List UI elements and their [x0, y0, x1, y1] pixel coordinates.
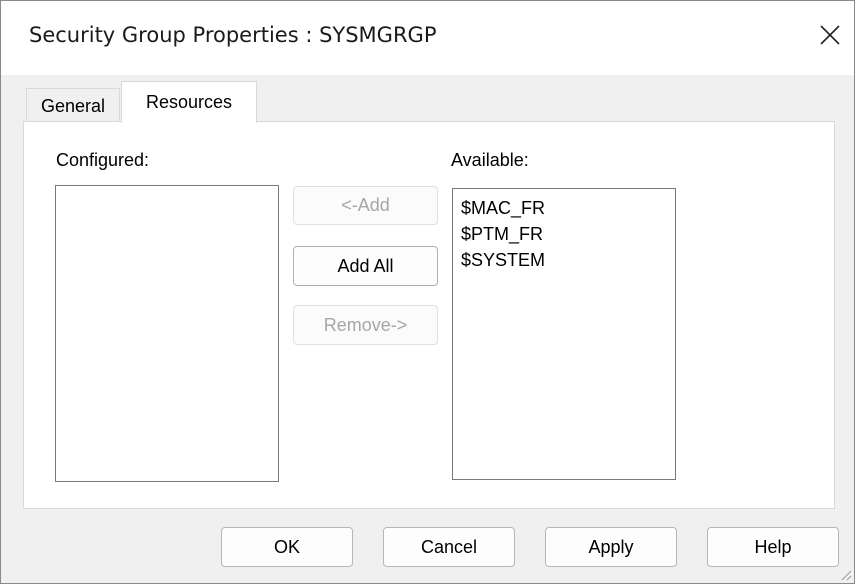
tab-resources[interactable]: Resources: [121, 81, 257, 123]
cancel-button[interactable]: Cancel: [383, 527, 515, 567]
list-item[interactable]: $MAC_FR: [453, 195, 675, 221]
list-item[interactable]: $SYSTEM: [453, 247, 675, 273]
window-title: Security Group Properties : SYSMGRGP: [29, 23, 437, 47]
available-listbox[interactable]: $MAC_FR $PTM_FR $SYSTEM: [452, 188, 676, 480]
help-button[interactable]: Help: [707, 527, 839, 567]
add-all-button[interactable]: Add All: [293, 246, 438, 286]
remove-button[interactable]: Remove->: [293, 305, 438, 345]
size-grip-icon[interactable]: [838, 567, 852, 581]
configured-listbox[interactable]: [55, 185, 279, 482]
ok-button[interactable]: OK: [221, 527, 353, 567]
apply-button[interactable]: Apply: [545, 527, 677, 567]
close-button[interactable]: [806, 11, 854, 59]
resources-tab-panel: Configured: Available: $MAC_FR $PTM_FR $SY…: [23, 121, 835, 509]
title-bar: Security Group Properties : SYSMGRGP: [1, 1, 854, 75]
close-icon: [820, 25, 840, 45]
add-button[interactable]: <-Add: [293, 186, 438, 225]
tab-general[interactable]: General: [26, 88, 120, 121]
security-group-properties-dialog: Security Group Properties : SYSMGRGP Gen…: [0, 0, 855, 584]
configured-label: Configured:: [56, 150, 150, 170]
available-label: Available:: [451, 150, 529, 170]
list-item[interactable]: $PTM_FR: [453, 221, 675, 247]
